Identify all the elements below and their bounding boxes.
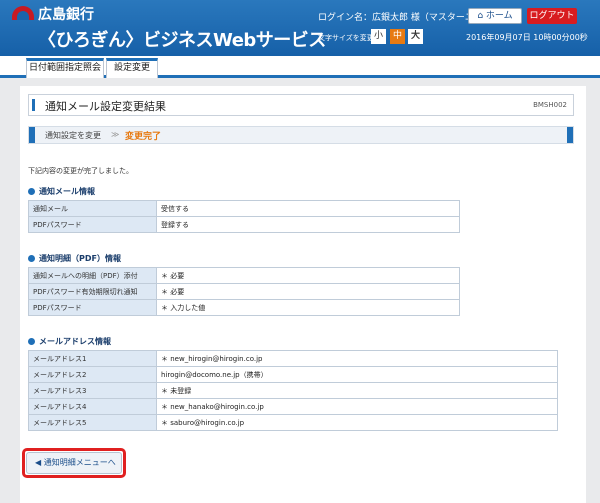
bullet-icon [28, 188, 35, 195]
row-label: 通知メール [28, 200, 157, 217]
table-row: メールアドレス1 ＊ new_hirogin@hirogin.co.jp [28, 350, 558, 367]
bank-name: 広島銀行 [38, 7, 94, 23]
font-size-medium-button[interactable]: 中 [390, 29, 405, 44]
table-row: PDFパスワード 登録する [28, 216, 460, 233]
completion-message: 下記内容の変更が完了しました。 [28, 167, 133, 175]
service-name: 〈ひろぎん〉ビジネスWebサービス [38, 30, 326, 51]
font-size-large-button[interactable]: 大 [408, 29, 423, 44]
row-value: ＊ new_hirogin@hirogin.co.jp [156, 350, 558, 367]
row-value: 登録する [156, 216, 460, 233]
tab-date-range-inquiry[interactable]: 日付範囲指定照会 [26, 58, 104, 78]
triangle-left-icon: ◀ [35, 458, 42, 467]
current-datetime: 2016年09月07日 10時00分00秒 [466, 33, 588, 42]
header: 広島銀行 〈ひろぎん〉ビジネスWebサービス ログイン名：広銀太郎 様（マスター… [0, 0, 600, 56]
step-arrow-icon: ≫ [111, 130, 120, 139]
row-value: ＊ saburo@hirogin.co.jp [156, 414, 558, 431]
row-value: ＊ 必要 [156, 267, 460, 284]
table-row: メールアドレス3 ＊ 未登録 [28, 382, 558, 399]
screen-id: BMSH002 [533, 101, 567, 109]
page-title: 通知メール設定変更結果 [45, 100, 166, 113]
row-label: メールアドレス5 [28, 414, 157, 431]
bullet-icon [28, 338, 35, 345]
row-label: PDFパスワード [28, 299, 157, 316]
row-label: メールアドレス4 [28, 398, 157, 415]
section-title-text: 通知メール情報 [39, 187, 95, 196]
step-complete: 変更完了 [125, 132, 162, 142]
row-label: PDFパスワード [28, 216, 157, 233]
table-row: メールアドレス4 ＊ new_hanako@hirogin.co.jp [28, 398, 558, 415]
back-button-label: 通知明細メニューへ [43, 458, 116, 467]
tab-settings[interactable]: 設定変更 [106, 58, 158, 78]
bullet-icon [28, 255, 35, 262]
row-label: メールアドレス1 [28, 350, 157, 367]
page-title-box: 通知メール設定変更結果 BMSH002 [28, 94, 574, 116]
home-icon: ⌂ [477, 11, 484, 21]
bank-logo-icon [12, 6, 34, 20]
section-title-text: メールアドレス情報 [39, 337, 111, 346]
table-row: PDFパスワード有効期限切れ通知＊ 必要 [28, 283, 460, 300]
logout-button[interactable]: ログアウト [527, 8, 577, 24]
row-label: 通知メールへの明細（PDF）添付 [28, 267, 157, 284]
table-row: メールアドレス2 hirogin@docomo.ne.jp（携帯） [28, 366, 558, 383]
home-button[interactable]: ⌂ ホーム [468, 8, 522, 24]
row-label: PDFパスワード有効期限切れ通知 [28, 283, 157, 300]
section-title-mail-address: メールアドレス情報 [28, 336, 111, 347]
main-panel: 通知メール設定変更結果 BMSH002 通知設定を変更 ≫ 変更完了 下記内容の… [20, 86, 586, 503]
pdf-info-table: 通知メールへの明細（PDF）添付＊ 必要 PDFパスワード有効期限切れ通知＊ 必… [28, 267, 460, 316]
row-value: ＊ 入力した値 [156, 299, 460, 316]
font-size-label: 文字サイズを変更 [318, 34, 374, 42]
row-value: ＊ 必要 [156, 283, 460, 300]
row-value: ＊ new_hanako@hirogin.co.jp [156, 398, 558, 415]
table-row: 通知メールへの明細（PDF）添付＊ 必要 [28, 267, 460, 284]
table-row: PDFパスワード＊ 入力した値 [28, 299, 460, 316]
table-row: メールアドレス5 ＊ saburo@hirogin.co.jp [28, 414, 558, 431]
row-value: 受信する [156, 200, 460, 217]
home-button-label: ホーム [485, 11, 513, 21]
notification-mail-table: 通知メール 受信する PDFパスワード 登録する [28, 200, 460, 233]
step-indicator: 通知設定を変更 ≫ 変更完了 [28, 126, 574, 144]
font-size-small-button[interactable]: 小 [371, 29, 386, 44]
row-value: hirogin@docomo.ne.jp（携帯） [156, 366, 558, 383]
mail-address-table: メールアドレス1 ＊ new_hirogin@hirogin.co.jp メールア… [28, 350, 558, 431]
section-title-notification-mail: 通知メール情報 [28, 186, 95, 197]
back-to-statement-menu-button[interactable]: ◀ 通知明細メニューへ [26, 452, 122, 474]
row-label: メールアドレス3 [28, 382, 157, 399]
table-row: 通知メール 受信する [28, 200, 460, 217]
row-label: メールアドレス2 [28, 366, 157, 383]
step-change-settings: 通知設定を変更 [45, 131, 101, 140]
section-title-text: 通知明細（PDF）情報 [39, 254, 121, 263]
section-title-pdf-info: 通知明細（PDF）情報 [28, 253, 121, 264]
row-value: ＊ 未登録 [156, 382, 558, 399]
